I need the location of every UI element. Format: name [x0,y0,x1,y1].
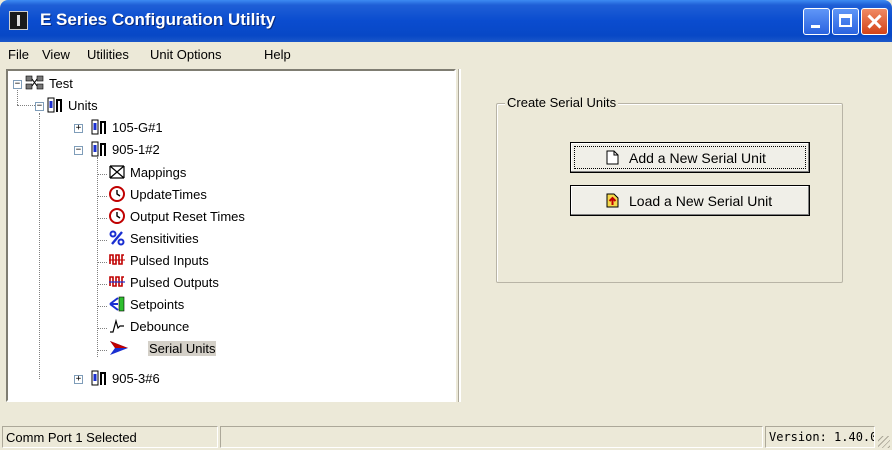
tree-node-unit-905-3[interactable]: 905-3#6 [112,371,160,386]
create-serial-units-group: Create Serial Units Add a New Serial Uni… [496,95,843,283]
status-version: Version: 1.40.0 [765,426,875,448]
tree-line [97,174,107,175]
menu-file[interactable]: File [8,47,29,62]
setpoints-icon [109,296,125,312]
window-title: E Series Configuration Utility [40,10,276,29]
tree-node-debounce[interactable]: Debounce [130,319,189,334]
load-serial-unit-button[interactable]: Load a New Serial Unit [570,185,810,216]
unit-tree[interactable]: − Test − Units + 105-G#1 − 905-1#2 Mappi… [6,69,456,402]
tree-line [17,105,35,106]
load-serial-unit-label: Load a New Serial Unit [629,193,773,209]
group-title: Create Serial Units [505,95,619,110]
pulsed-inputs-icon [109,254,125,265]
tree-node-units[interactable]: Units [68,98,98,113]
add-serial-unit-label: Add a New Serial Unit [629,150,766,166]
maximize-button[interactable] [832,8,859,35]
tree-node-serial-units[interactable]: Serial Units [148,341,217,356]
close-button[interactable] [861,8,888,35]
tree-node-update-times[interactable]: UpdateTimes [130,187,207,202]
tree-node-mappings[interactable]: Mappings [130,165,186,180]
new-document-icon [606,150,619,165]
tree-line [97,284,107,285]
collapse-toggle-test[interactable]: − [13,80,22,89]
tree-line [97,306,107,307]
menu-view[interactable]: View [42,47,70,62]
unit-icon [91,370,106,386]
collapse-toggle-unit-905-1[interactable]: − [74,146,83,155]
menu-bar: File View Utilities Unit Options Help [0,42,892,68]
tree-line [97,218,107,219]
pulsed-outputs-icon [109,276,125,287]
tree-node-unit-105[interactable]: 105-G#1 [112,120,163,135]
title-bar[interactable]: E Series Configuration Utility [0,0,892,42]
unit-icon [91,141,106,157]
app-icon[interactable] [9,11,28,30]
tree-node-sensitivities[interactable]: Sensitivities [130,231,199,246]
status-middle [220,426,763,448]
tree-node-test[interactable]: Test [49,76,73,91]
collapse-toggle-units[interactable]: − [35,102,44,111]
status-bar: Comm Port 1 Selected Version: 1.40.0 [0,423,892,450]
percent-icon [109,230,125,246]
clock-icon [109,208,125,224]
mappings-icon [109,165,125,179]
add-serial-unit-button[interactable]: Add a New Serial Unit [570,142,810,173]
expand-toggle-unit-905-3[interactable]: + [74,375,83,384]
tree-line [97,350,107,351]
serial-units-icon [110,341,128,355]
expand-toggle-unit-105[interactable]: + [74,124,83,133]
tree-line [97,328,107,329]
units-icon [47,97,62,113]
tree-line [97,196,107,197]
debounce-icon [110,318,124,333]
tree-line [97,240,107,241]
tree-node-setpoints[interactable]: Setpoints [130,297,184,312]
tree-line [97,157,98,357]
pane-splitter[interactable] [458,69,461,402]
resize-grip[interactable] [878,436,890,448]
status-comm-port: Comm Port 1 Selected [2,426,218,448]
tree-node-output-reset-times[interactable]: Output Reset Times [130,209,245,224]
load-document-icon [606,193,619,208]
tree-line [97,262,107,263]
serial-units-panel: Create Serial Units Add a New Serial Uni… [462,69,892,402]
unit-icon [91,119,106,135]
network-icon [25,75,44,90]
menu-unit-options[interactable]: Unit Options [150,47,222,62]
tree-node-pulsed-outputs[interactable]: Pulsed Outputs [130,275,219,290]
tree-node-unit-905-1[interactable]: 905-1#2 [112,142,160,157]
menu-help[interactable]: Help [264,47,291,62]
tree-line [39,113,40,379]
minimize-button[interactable] [803,8,830,35]
menu-utilities[interactable]: Utilities [87,47,129,62]
clock-icon [109,186,125,202]
tree-node-pulsed-inputs[interactable]: Pulsed Inputs [130,253,209,268]
